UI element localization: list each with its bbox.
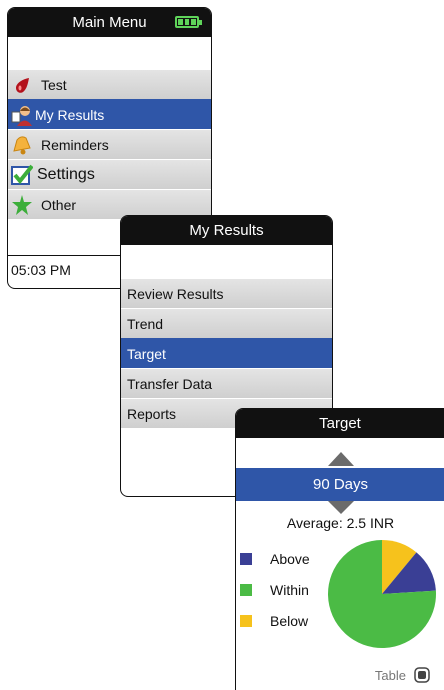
person-icon <box>11 105 32 126</box>
legend-label: Above <box>270 551 310 567</box>
main-menu-title: Main Menu <box>72 14 147 31</box>
legend-swatch <box>240 584 252 596</box>
menu-item-transfer-data[interactable]: Transfer Data <box>121 368 332 398</box>
blood-drop-icon <box>16 77 29 93</box>
legend-item-below: Below <box>240 613 308 629</box>
menu-item-label: Reminders <box>41 136 109 153</box>
menu-item-label: My Results <box>35 106 105 123</box>
legend-item-above: Above <box>240 551 310 567</box>
table-toggle[interactable]: Table <box>375 667 430 683</box>
clock-time: 05:03 PM <box>11 262 71 278</box>
checkbox-icon <box>11 164 33 185</box>
my-results-spacer <box>121 245 332 278</box>
main-menu-titlebar: Main Menu <box>8 8 211 37</box>
legend-swatch <box>240 553 252 565</box>
period-value: 90 Days <box>312 476 369 493</box>
target-pie-chart <box>328 540 436 648</box>
menu-item-label: Other <box>41 196 77 213</box>
menu-item-label: Review Results <box>127 285 224 302</box>
menu-item-review-results[interactable]: Review Results <box>121 278 332 308</box>
menu-item-label: Test <box>41 76 67 93</box>
menu-item-reminders[interactable]: Reminders <box>8 129 211 159</box>
period-down-arrow-icon[interactable] <box>327 501 355 515</box>
menu-item-label: Transfer Data <box>127 375 213 392</box>
battery-icon <box>175 16 202 28</box>
main-menu-spacer <box>8 37 211 69</box>
menu-item-label: Settings <box>37 165 95 183</box>
target-titlebar: Target <box>236 409 444 438</box>
table-button-icon <box>414 667 430 683</box>
legend-swatch <box>240 615 252 627</box>
average-value: Average: 2.5 INR <box>286 515 395 531</box>
menu-item-test[interactable]: Test <box>8 69 211 99</box>
period-up-arrow-icon[interactable] <box>327 451 355 467</box>
my-results-titlebar: My Results <box>121 216 332 245</box>
target-screen: Target 90 Days Average: 2.5 INR Above Wi… <box>235 408 444 690</box>
legend-label: Within <box>270 582 309 598</box>
menu-item-label: Reports <box>127 405 177 422</box>
star-icon <box>12 194 32 215</box>
period-selector[interactable]: 90 Days <box>236 468 444 501</box>
menu-item-label: Trend <box>127 315 164 332</box>
menu-item-settings[interactable]: Settings <box>8 159 211 189</box>
legend-label: Below <box>270 613 309 629</box>
menu-item-my-results[interactable]: My Results <box>8 99 211 129</box>
legend-item-within: Within <box>240 582 309 598</box>
target-title: Target <box>319 415 361 432</box>
my-results-title: My Results <box>189 222 264 239</box>
bell-icon <box>13 135 31 154</box>
menu-item-target[interactable]: Target <box>121 338 332 368</box>
menu-item-trend[interactable]: Trend <box>121 308 332 338</box>
menu-item-label: Target <box>127 345 166 362</box>
table-label: Table <box>374 667 406 683</box>
